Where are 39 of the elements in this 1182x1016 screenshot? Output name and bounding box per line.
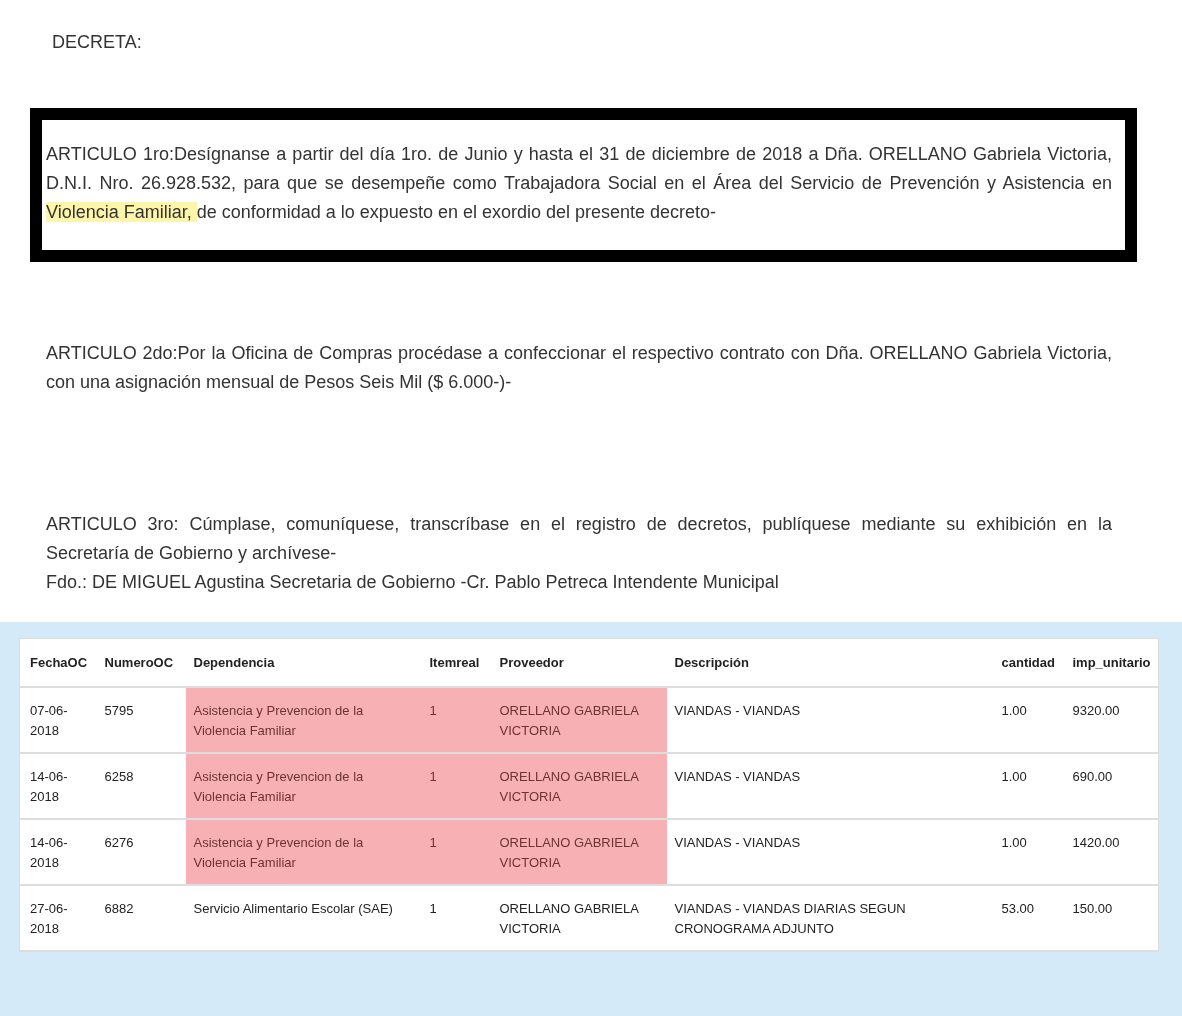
table-cell: ORELLANO GABRIELA VICTORIA [491,819,667,885]
table-cell: 1.00 [993,819,1065,885]
table-cell: 1.00 [993,687,1065,753]
table-cell: VIANDAS - VIANDAS [666,819,994,885]
document-heading: DECRETA: [52,31,143,54]
column-header: NumeroOC [96,638,186,687]
table-cell: ORELLANO GABRIELA VICTORIA [491,885,667,951]
article-paragraph: ARTICULO 3ro: Cúmplase, comuníquese, transcríbase en el registro de decretos, publíquese mediante su exhibición en la Secretaría de Gobierno y archívese- [46,513,1112,565]
table-cell: VIANDAS - VIANDAS DIARIAS SEGUN CRONOGRAMA ADJUNTO [666,885,994,951]
table-cell: 07-06-2018 [19,687,97,753]
table-cell: 9320.00 [1064,687,1159,753]
table-cell: 1 [421,687,492,753]
table-cell: 1420.00 [1064,819,1159,885]
table-cell: VIANDAS - VIANDAS [666,753,994,819]
table-cell: ORELLANO GABRIELA VICTORIA [491,687,667,753]
column-header: FechaOC [19,638,97,687]
column-header: imp_unitario [1064,638,1159,687]
table-cell: Asistencia y Prevencion de la Violencia Familiar [185,687,422,753]
table-cell: ORELLANO GABRIELA VICTORIA [491,753,667,819]
table-cell: 150.00 [1064,885,1159,951]
article-paragraph: ARTICULO 1ro:Desígnanse a partir del día 1ro. de Junio y hasta el 31 de diciembre de 2018 a Dña. ORELLANO Gabriela Victoria, D.N.I. Nro. 26.928.532, para que se desempeñe como Trabajadora Social en el Área del Servicio de Prevención y Asistencia en Violencia Familiar, de conformidad a lo expuesto en el exordio del presente decreto- [46,143,1112,224]
table-cell: 53.00 [993,885,1065,951]
article-paragraph: ARTICULO 2do:Por la Oficina de Compras procédase a confeccionar el respectivo contrato con Dña. ORELLANO Gabriela Victoria, con una asignación mensual de Pesos Seis Mil ($ 6.000-)- [46,342,1112,394]
table-cell: Servicio Alimentario Escolar (SAE) [185,885,422,951]
table-cell: Asistencia y Prevencion de la Violencia Familiar [185,819,422,885]
table-cell: 690.00 [1064,753,1159,819]
table-cell: 14-06-2018 [19,819,97,885]
signature-line: Fdo.: DE MIGUEL Agustina Secretaria de Gobierno -Cr. Pablo Petreca Intendente Municipal [46,571,780,594]
table-cell: 1 [421,885,492,951]
column-header: cantidad [993,638,1065,687]
table-cell: 1.00 [993,753,1065,819]
table-cell: 1 [421,753,492,819]
column-header: Descripción [666,638,994,687]
table-cell: VIANDAS - VIANDAS [666,687,994,753]
table-cell: 14-06-2018 [19,753,97,819]
table-cell: 6882 [96,885,186,951]
table-cell: 1 [421,819,492,885]
table-cell: 27-06-2018 [19,885,97,951]
table-cell: Asistencia y Prevencion de la Violencia Familiar [185,753,422,819]
